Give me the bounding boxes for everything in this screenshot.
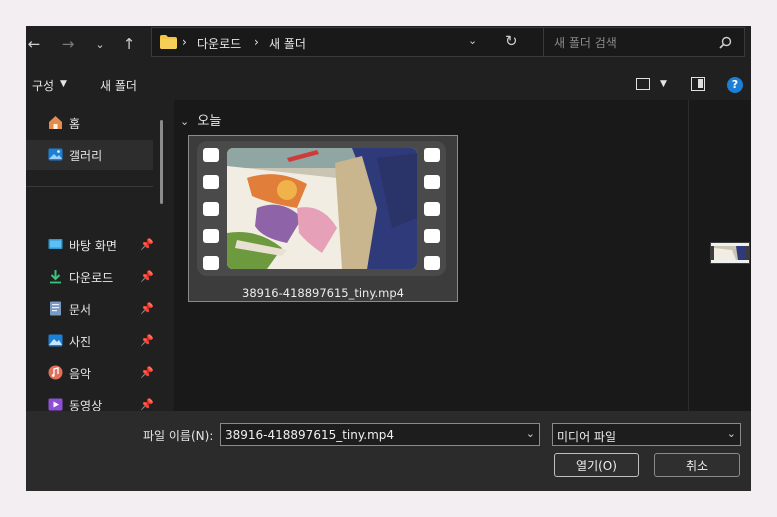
home-icon xyxy=(49,116,62,129)
breadcrumb-new-folder[interactable]: 새 폴더 xyxy=(269,35,306,52)
view-options-icon[interactable] xyxy=(636,78,650,90)
preview-pane xyxy=(688,100,751,411)
filename-label: 파일 이름(N): xyxy=(143,429,214,443)
filetype-dropdown-icon: ⌄ xyxy=(726,427,736,440)
sidebar-item-downloads[interactable]: 다운로드 📌 xyxy=(26,262,154,292)
file-name-label: 38916-418897615_tiny.mp4 xyxy=(242,286,404,300)
sidebar-item-music[interactable]: 음악 📌 xyxy=(26,358,154,388)
sidebar-item-label: 갤러리 xyxy=(69,149,103,163)
sidebar-item-gallery[interactable]: 갤러리 xyxy=(26,140,153,170)
refresh-icon[interactable]: ↻ xyxy=(505,32,518,50)
pin-icon[interactable]: 📌 xyxy=(140,398,154,411)
search-input[interactable]: 새 폴더 검색 xyxy=(554,34,617,51)
sidebar-item-desktop[interactable]: 바탕 화면 📌 xyxy=(26,230,154,260)
video-frame-image xyxy=(227,148,417,269)
sidebar-item-label: 홈 xyxy=(69,117,81,131)
pin-icon[interactable]: 📌 xyxy=(140,302,154,315)
group-header-label: 오늘 xyxy=(197,114,222,129)
desktop-icon xyxy=(48,239,63,249)
help-icon[interactable]: ? xyxy=(727,77,743,93)
document-icon xyxy=(50,301,61,316)
sidebar-item-label: 음악 xyxy=(69,367,92,381)
sidebar-item-home[interactable]: 홈 xyxy=(26,108,153,138)
filetype-selected-value: 미디어 파일 xyxy=(557,430,617,444)
organize-button[interactable]: 구성 xyxy=(32,77,54,94)
address-bar[interactable]: › 다운로드 › 새 폴더 ⌄ ↻ xyxy=(151,27,556,57)
pictures-icon xyxy=(48,334,63,347)
filetype-select[interactable]: 미디어 파일 ⌄ xyxy=(552,423,741,446)
filename-input[interactable]: 38916-418897615_tiny.mp4 xyxy=(225,428,394,442)
sidebar-item-documents[interactable]: 문서 📌 xyxy=(26,294,154,324)
breadcrumb-separator-icon: › xyxy=(182,35,187,49)
command-bar: 구성 ▼ 새 폴더 ▼ ? xyxy=(26,70,751,100)
filename-dropdown-icon[interactable]: ⌄ xyxy=(526,427,535,440)
dialog-footer: 파일 이름(N): 38916-418897615_tiny.mp4 ⌄ 미디어… xyxy=(26,411,751,491)
new-folder-button[interactable]: 새 폴더 xyxy=(100,77,137,94)
music-icon xyxy=(48,365,63,380)
pin-icon[interactable]: 📌 xyxy=(140,366,154,379)
search-icon xyxy=(719,36,732,49)
up-arrow-icon[interactable]: ↑ xyxy=(117,34,141,54)
file-tile[interactable]: 38916-418897615_tiny.mp4 xyxy=(188,135,458,302)
video-thumbnail xyxy=(197,141,446,276)
file-open-dialog: ← → ⌄ ↑ › 다운로드 › 새 폴더 ⌄ ↻ 새 폴더 검색 구성 ▼ 새… xyxy=(26,26,751,491)
cancel-button[interactable]: 취소 xyxy=(654,453,740,477)
sidebar-item-label: 바탕 화면 xyxy=(69,239,117,253)
sidebar-item-label: 다운로드 xyxy=(69,271,114,285)
recent-locations-chevron-icon[interactable]: ⌄ xyxy=(88,34,112,54)
organize-dropdown-icon: ▼ xyxy=(60,79,67,89)
sidebar-scrollbar[interactable] xyxy=(160,120,163,204)
address-dropdown-icon[interactable]: ⌄ xyxy=(468,34,477,47)
open-button[interactable]: 열기(O) xyxy=(554,453,639,477)
gallery-icon xyxy=(48,148,63,161)
navigation-pane: 홈 갤러리 바탕 화면 📌 다운로드 📌 문서 📌 사진 📌 음악 📌 동영상 … xyxy=(26,100,174,413)
filename-field[interactable]: 38916-418897615_tiny.mp4 ⌄ xyxy=(220,423,540,446)
group-collapse-icon: ⌄ xyxy=(180,115,190,128)
search-box[interactable]: 새 폴더 검색 xyxy=(543,27,745,57)
download-icon xyxy=(50,270,61,284)
pin-icon[interactable]: 📌 xyxy=(140,334,154,347)
folder-icon xyxy=(160,35,177,49)
breadcrumb-separator-icon: › xyxy=(254,35,259,49)
sidebar-item-label: 사진 xyxy=(69,335,92,349)
videos-icon xyxy=(48,398,63,411)
sidebar-item-label: 문서 xyxy=(69,303,92,317)
breadcrumb-downloads[interactable]: 다운로드 xyxy=(197,35,241,52)
pin-icon[interactable]: 📌 xyxy=(140,238,154,251)
sidebar-item-pictures[interactable]: 사진 📌 xyxy=(26,326,154,356)
back-arrow-icon[interactable]: ← xyxy=(26,34,46,54)
view-dropdown-icon[interactable]: ▼ xyxy=(660,79,667,89)
forward-arrow-icon[interactable]: → xyxy=(56,34,80,54)
preview-video-icon xyxy=(710,242,750,264)
preview-pane-icon[interactable] xyxy=(691,77,705,91)
file-list: ⌄ 오늘 38916-418897615_tiny.mp4 xyxy=(174,100,688,411)
sidebar-divider xyxy=(26,186,153,187)
group-header-today[interactable]: ⌄ 오늘 xyxy=(180,110,221,129)
pin-icon[interactable]: 📌 xyxy=(140,270,154,283)
